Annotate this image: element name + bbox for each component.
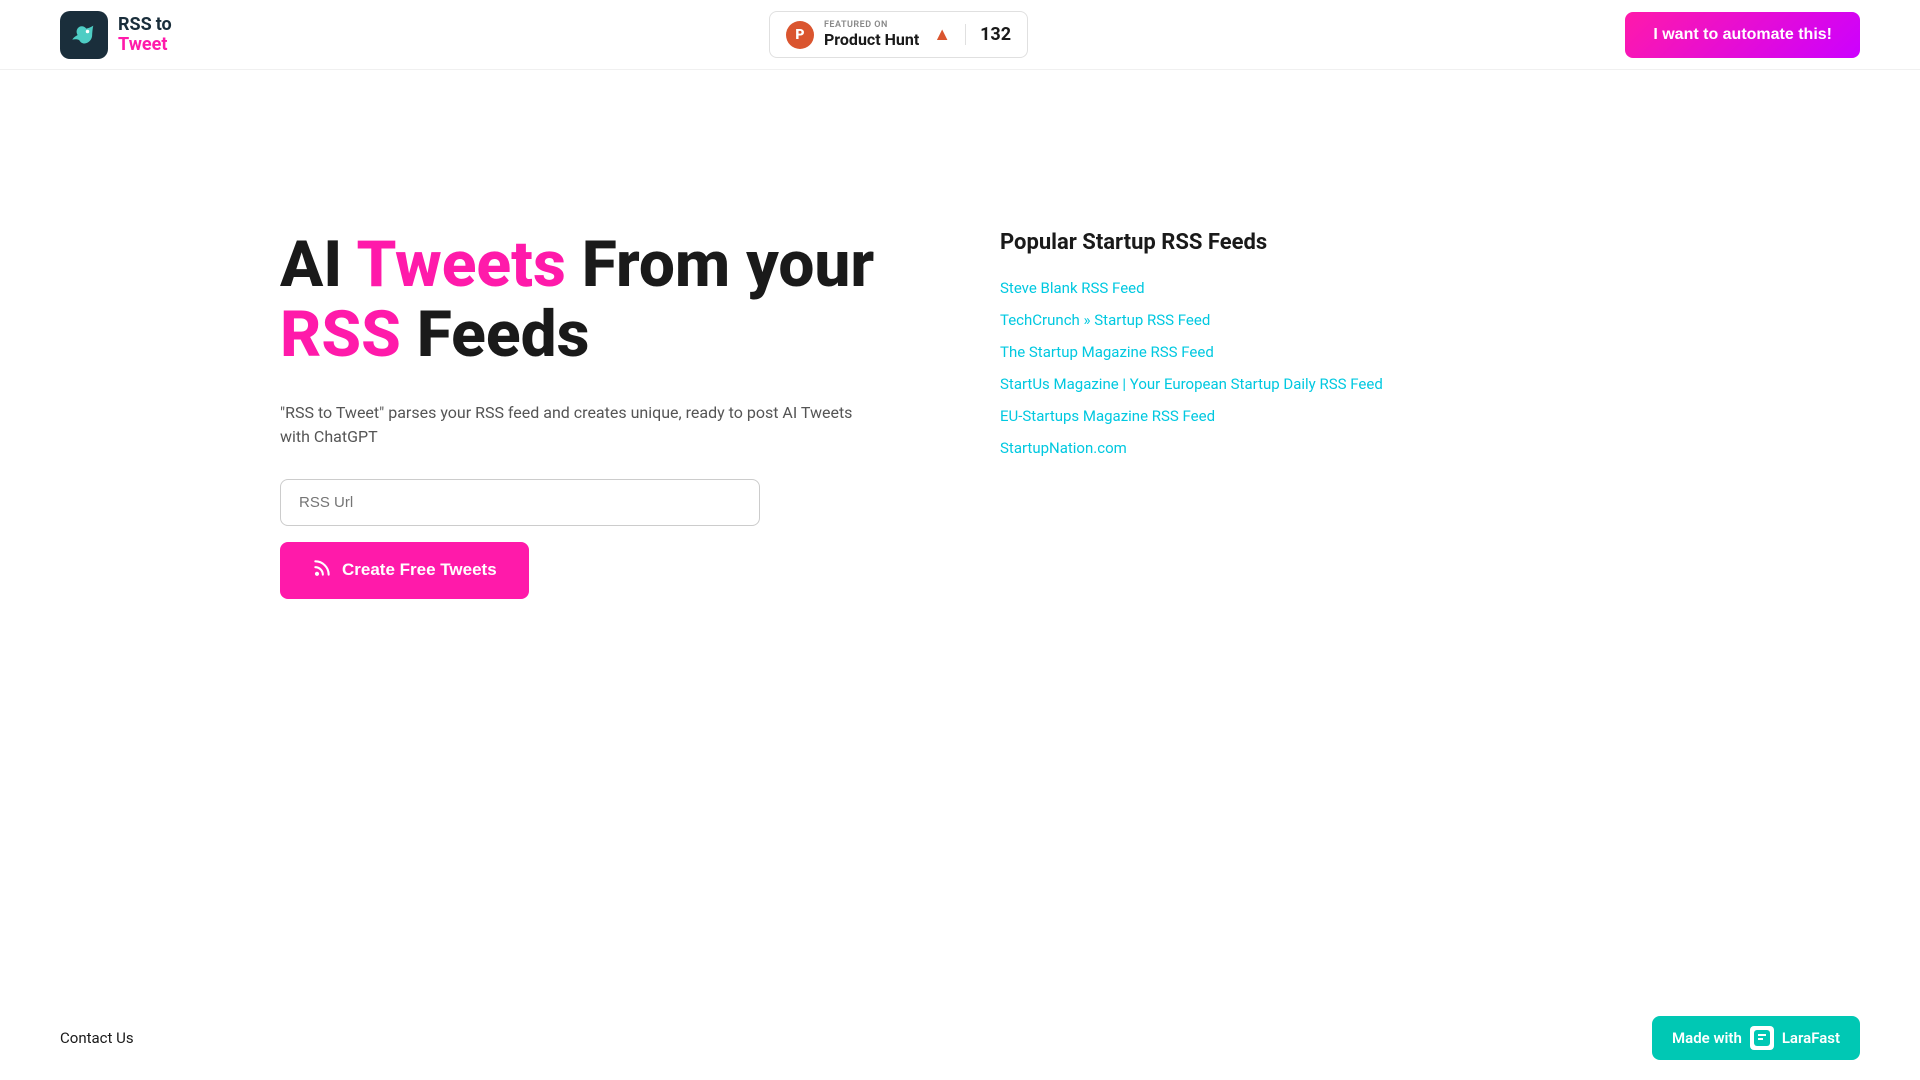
feed-link[interactable]: Steve Blank RSS Feed xyxy=(1000,279,1383,297)
sidebar-section: Popular Startup RSS Feeds Steve Blank RS… xyxy=(1000,230,1383,457)
hero-section: AI Tweets From your RSS Feeds "RSS to Tw… xyxy=(280,230,880,599)
rss-icon xyxy=(312,558,332,583)
made-with-larafast-badge[interactable]: Made with LaraFast xyxy=(1652,1016,1860,1060)
product-hunt-text: FEATURED ON Product Hunt xyxy=(824,20,919,49)
hero-title: AI Tweets From your RSS Feeds xyxy=(280,230,880,371)
feed-link[interactable]: EU-Startups Magazine RSS Feed xyxy=(1000,407,1383,425)
logo[interactable]: RSS to Tweet xyxy=(60,11,172,59)
logo-text: RSS to Tweet xyxy=(118,15,172,55)
hero-subtitle: "RSS to Tweet" parses your RSS feed and … xyxy=(280,401,880,449)
feed-links-list: Steve Blank RSS Feed TechCrunch » Startup… xyxy=(1000,279,1383,457)
feed-link[interactable]: StartUs Magazine | Your European Startup… xyxy=(1000,375,1383,393)
feed-link[interactable]: StartupNation.com xyxy=(1000,439,1383,457)
contact-us-link[interactable]: Contact Us xyxy=(60,1029,134,1047)
product-hunt-arrow-icon: ▲ xyxy=(933,24,951,45)
product-hunt-icon: P xyxy=(786,21,814,49)
automate-button[interactable]: I want to automate this! xyxy=(1625,12,1860,58)
feed-link[interactable]: TechCrunch » Startup RSS Feed xyxy=(1000,311,1383,329)
larafast-icon xyxy=(1750,1026,1774,1050)
feed-link[interactable]: The Startup Magazine RSS Feed xyxy=(1000,343,1383,361)
logo-bird-icon xyxy=(60,11,108,59)
sidebar-title: Popular Startup RSS Feeds xyxy=(1000,230,1383,255)
product-hunt-count: 132 xyxy=(965,24,1011,45)
rss-url-input[interactable] xyxy=(280,479,760,526)
product-hunt-badge[interactable]: P FEATURED ON Product Hunt ▲ 132 xyxy=(769,11,1028,58)
create-free-tweets-button[interactable]: Create Free Tweets xyxy=(280,542,529,599)
